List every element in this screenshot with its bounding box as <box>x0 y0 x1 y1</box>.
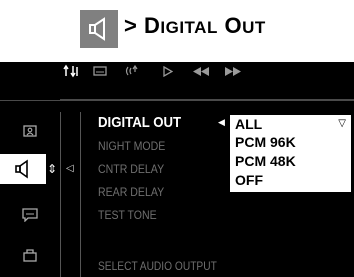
picture-icon <box>23 125 37 137</box>
speaker-icon <box>15 159 28 179</box>
tools-icon[interactable] <box>60 63 82 79</box>
page-title: > DIGITAL OUT <box>124 13 266 39</box>
subtitle-icon[interactable] <box>88 63 112 79</box>
up-down-arrow-icon: ⇕ <box>47 162 58 176</box>
sidebar-item-lock[interactable] <box>0 240 60 270</box>
digital-out-dropdown[interactable]: ALL PCM 96K PCM 48K OFF ▽ <box>229 114 352 193</box>
speaker-icon <box>80 10 118 48</box>
subtitle-icon <box>22 208 38 222</box>
title-initial: D <box>143 13 161 38</box>
menu-item-digital-out[interactable]: DIGITAL OUT <box>98 114 181 134</box>
title-initial: O <box>224 13 243 38</box>
divider <box>0 100 354 112</box>
chevron-down-icon[interactable]: ▽ <box>338 118 346 129</box>
title-rest: IGITAL <box>160 18 218 37</box>
dropdown-option[interactable]: OFF <box>235 172 263 188</box>
breadcrumb-separator: > <box>124 13 138 38</box>
menu-item-cntr-delay[interactable]: CNTR DELAY <box>98 162 164 182</box>
top-spacer <box>60 80 354 100</box>
title-rest: UT <box>242 18 266 37</box>
menu-item-night-mode[interactable]: NIGHT MODE <box>98 139 165 159</box>
osd-screen: ⇕ ◁ DIGITAL OUT NIGHT MODE CNTR DELAY RE… <box>0 62 354 277</box>
status-text: SELECT AUDIO OUTPUT <box>98 259 217 273</box>
sidebar-item-subtitle[interactable] <box>0 200 60 230</box>
menu-item-rear-delay[interactable]: REAR DELAY <box>98 185 164 205</box>
play-icon[interactable] <box>156 63 180 79</box>
sidebar-item-picture[interactable] <box>0 116 60 146</box>
lock-icon <box>23 249 37 262</box>
dropdown-option[interactable]: PCM 48K <box>235 153 296 169</box>
fast-forward-icon[interactable] <box>220 63 246 79</box>
divider <box>80 112 81 277</box>
dropdown-option[interactable]: ALL <box>235 116 262 132</box>
selection-arrow-icon: ◀ <box>218 118 225 128</box>
audio-wave-icon[interactable] <box>120 63 146 79</box>
left-arrow-icon: ◁ <box>66 163 74 174</box>
menu-item-test-tone[interactable]: TEST TONE <box>98 208 157 228</box>
sidebar-item-audio[interactable] <box>0 154 46 184</box>
divider <box>60 112 61 277</box>
top-tab-bar <box>60 62 354 80</box>
sidebar <box>0 112 60 277</box>
page-header: > DIGITAL OUT <box>0 0 354 60</box>
rewind-icon[interactable] <box>188 63 214 79</box>
dropdown-option[interactable]: PCM 96K <box>235 134 296 150</box>
